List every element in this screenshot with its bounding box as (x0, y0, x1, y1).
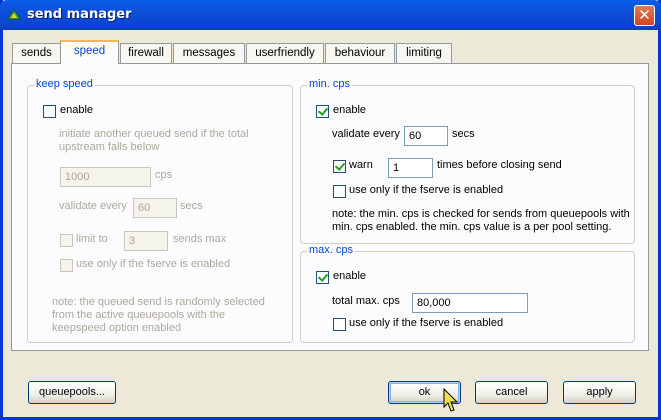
min-cps-warn-input[interactable]: 1 (388, 158, 433, 178)
tab-userfriendly[interactable]: userfriendly (246, 43, 324, 63)
min-cps-validate-unit: secs (452, 128, 475, 140)
apply-button[interactable]: apply (563, 381, 636, 404)
keep-speed-fserve-checkbox[interactable] (60, 259, 73, 272)
title-bar[interactable]: send manager ✕ (0, 0, 661, 30)
min-cps-fserve-checkbox[interactable] (333, 185, 346, 198)
keep-speed-legend: keep speed (34, 78, 95, 90)
min-cps-validate-label: validate every (332, 128, 400, 140)
tab-messages[interactable]: messages (173, 43, 245, 63)
keep-speed-note-line2: from the active queuepools with the (52, 309, 226, 321)
queuepools-button[interactable]: queuepools... (28, 381, 116, 404)
keep-speed-limit-checkbox[interactable] (60, 234, 73, 247)
max-cps-enable-label: enable (333, 270, 367, 282)
mouse-pointer-icon (443, 388, 459, 412)
keep-speed-enable-checkbox[interactable] (43, 105, 56, 118)
keep-speed-note-line1: note: the queued send is randomly select… (52, 296, 265, 308)
min-cps-warn-label: warn (349, 159, 373, 171)
tab-sends[interactable]: sends (12, 43, 61, 63)
close-button[interactable]: ✕ (634, 5, 655, 26)
min-cps-warn-checkbox[interactable] (333, 160, 346, 173)
max-cps-fserve-label: use only if the fserve is enabled (349, 317, 504, 329)
min-cps-legend: min. cps (307, 78, 352, 90)
max-cps-total-input[interactable]: 80,000 (412, 293, 528, 313)
keep-speed-validate-unit: secs (180, 200, 203, 212)
min-cps-fserve-label: use only if the fserve is enabled (349, 184, 504, 196)
min-cps-enable-checkbox[interactable] (316, 105, 329, 118)
keep-speed-limit-input[interactable]: 3 (124, 231, 168, 251)
tab-limiting[interactable]: limiting (396, 43, 452, 63)
min-cps-note-line1: note: the min. cps is checked for sends … (332, 208, 630, 220)
min-cps-validate-input[interactable]: 60 (404, 126, 448, 146)
keep-speed-cps-unit: cps (155, 169, 173, 181)
max-cps-total-label: total max. cps (332, 295, 400, 307)
min-cps-enable-label: enable (333, 104, 367, 116)
app-icon (7, 9, 21, 20)
min-cps-group: min. cps enable validate every 60 secs w… (300, 78, 635, 244)
close-icon: ✕ (638, 6, 651, 24)
min-cps-warn-suffix: times before closing send (437, 159, 562, 171)
keep-speed-validate-input[interactable]: 60 (133, 198, 177, 218)
max-cps-fserve-checkbox[interactable] (333, 318, 346, 331)
keep-speed-validate-label: validate every (59, 200, 127, 212)
tab-behaviour[interactable]: behaviour (325, 43, 395, 63)
keep-speed-group: keep speed enable initiate another queue… (27, 78, 293, 343)
keep-speed-desc-line1: initiate another queued send if the tota… (59, 128, 249, 140)
speed-tab-panel: keep speed enable initiate another queue… (11, 63, 649, 351)
keep-speed-limit-unit: sends max (173, 233, 227, 245)
keep-speed-note-line3: keepspeed option enabled (52, 322, 182, 334)
keep-speed-limit-label: limit to (76, 233, 108, 245)
keep-speed-enable-label: enable (60, 104, 94, 116)
max-cps-group: max. cps enable total max. cps 80,000 us… (300, 244, 635, 343)
keep-speed-cps-input[interactable]: 1000 (60, 167, 151, 187)
min-cps-note-line2: min. cps enabled. the min. cps value is … (332, 221, 612, 233)
keep-speed-desc-line2: upstream falls below (59, 141, 160, 153)
max-cps-legend: max. cps (307, 244, 356, 256)
max-cps-enable-checkbox[interactable] (316, 271, 329, 284)
window-title: send manager (27, 7, 132, 22)
tab-speed[interactable]: speed (60, 40, 119, 64)
cancel-button[interactable]: cancel (475, 381, 548, 404)
keep-speed-fserve-label: use only if the fserve is enabled (76, 258, 231, 270)
tab-firewall[interactable]: firewall (120, 43, 172, 63)
